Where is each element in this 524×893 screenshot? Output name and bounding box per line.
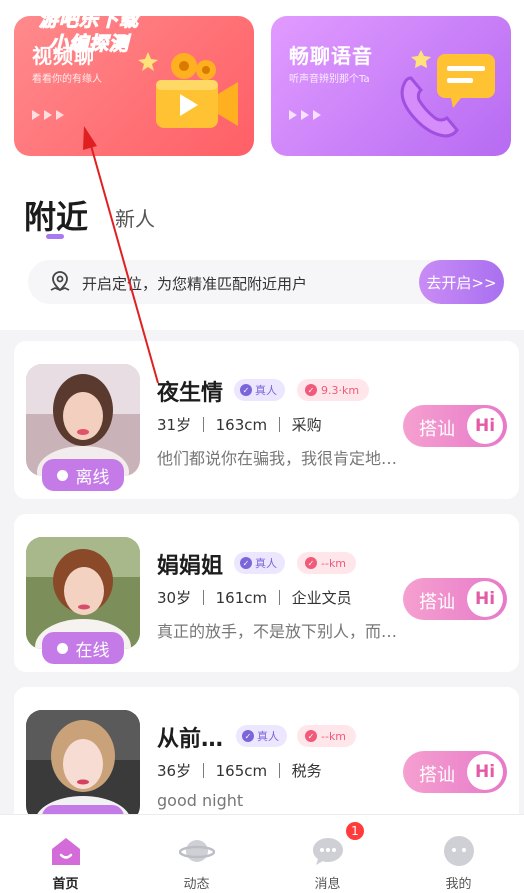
check-icon: ✓ <box>305 730 317 742</box>
hi-icon: Hi <box>467 408 503 444</box>
greet-label: 搭讪 <box>419 419 455 440</box>
verified-icon: ✓ <box>240 557 252 569</box>
hi-icon: Hi <box>467 581 503 617</box>
bottom-nav: 首页 动态 消息 我的 <box>0 814 524 893</box>
nav-profile[interactable]: 我的 <box>393 815 524 893</box>
nav-messages[interactable]: 消息 <box>262 815 393 893</box>
banner-subtitle: 看看你的有缘人 <box>32 74 102 85</box>
enable-location-button[interactable]: 去开启>> <box>419 260 504 304</box>
home-icon <box>52 838 80 865</box>
nav-label: 首页 <box>52 877 79 892</box>
user-info: 31岁 ｜ 163cm ｜ 采购 <box>157 416 322 434</box>
banner-subtitle: 听声音辨别那个Ta <box>289 74 370 85</box>
check-icon: ✓ <box>305 384 317 396</box>
nav-label: 消息 <box>314 877 341 892</box>
voice-chat-banner[interactable]: 畅聊语音 听声音辨别那个Ta <box>271 16 511 156</box>
message-icon <box>313 838 343 865</box>
verified-icon: ✓ <box>240 384 252 396</box>
user-card[interactable]: 在线 娟娟姐 ✓ 真人 ✓ --km 30岁 ｜ 161cm ｜ 企业文员 真正的放… <box>14 514 519 672</box>
play-arrows-icon <box>289 110 321 120</box>
verified-real-badge: ✓ 真人 <box>236 725 287 747</box>
distance-badge: ✓ --km <box>297 725 357 747</box>
verified-icon: ✓ <box>242 730 254 742</box>
greet-button[interactable]: 搭讪 Hi <box>403 751 507 793</box>
user-bio: 真正的放手，不是放下别人，而… <box>157 622 398 641</box>
user-bio: good night <box>157 791 244 810</box>
user-name: 从前… <box>157 727 224 752</box>
nav-label: 我的 <box>445 877 472 892</box>
tab-new-users[interactable]: 新人 <box>115 203 155 232</box>
greet-button[interactable]: 搭讪 Hi <box>403 578 507 620</box>
user-card[interactable]: 离线 夜生情 ✓ 真人 ✓ 9.3·km 31岁 ｜ 163cm ｜ 采购 他们都说… <box>14 341 519 499</box>
hi-icon: Hi <box>467 754 503 790</box>
greet-label: 搭讪 <box>419 592 455 613</box>
user-name: 娟娟姐 <box>157 554 224 579</box>
video-camera-icon <box>138 52 238 128</box>
nav-moments[interactable]: 动态 <box>131 815 262 893</box>
greet-button[interactable]: 搭讪 Hi <box>403 405 507 447</box>
planet-icon <box>179 840 215 862</box>
status-badge: 离线 <box>42 459 124 491</box>
phone-message-icon <box>400 50 495 138</box>
verified-real-badge: ✓ 真人 <box>234 552 285 574</box>
nav-label: 动态 <box>183 877 210 892</box>
location-prompt-text: 开启定位，为您精准匹配附近用户 <box>82 275 308 293</box>
location-pin-icon <box>50 271 70 292</box>
play-arrows-icon <box>32 110 64 120</box>
tab-active-indicator <box>46 234 64 239</box>
user-info: 36岁 ｜ 165cm ｜ 税务 <box>157 762 322 780</box>
distance-badge: ✓ 9.3·km <box>297 379 370 401</box>
user-info: 30岁 ｜ 161cm ｜ 企业文员 <box>157 589 352 607</box>
status-badge: 在线 <box>42 632 124 664</box>
tab-nearby[interactable]: 附近 <box>24 192 88 238</box>
user-name: 夜生情 <box>157 381 224 406</box>
unread-count-badge: 1 <box>344 820 366 842</box>
check-icon: ✓ <box>305 557 317 569</box>
nav-home[interactable]: 首页 <box>0 815 131 893</box>
banner-title: 畅聊语音 <box>289 44 373 68</box>
user-bio: 他们都说你在骗我，我很肯定地… <box>157 449 398 468</box>
watermark-logo: 游吧乐下载 小编探测 <box>38 9 139 56</box>
profile-icon <box>444 836 474 866</box>
distance-badge: ✓ --km <box>297 552 357 574</box>
verified-real-badge: ✓ 真人 <box>234 379 285 401</box>
greet-label: 搭讪 <box>419 765 455 786</box>
